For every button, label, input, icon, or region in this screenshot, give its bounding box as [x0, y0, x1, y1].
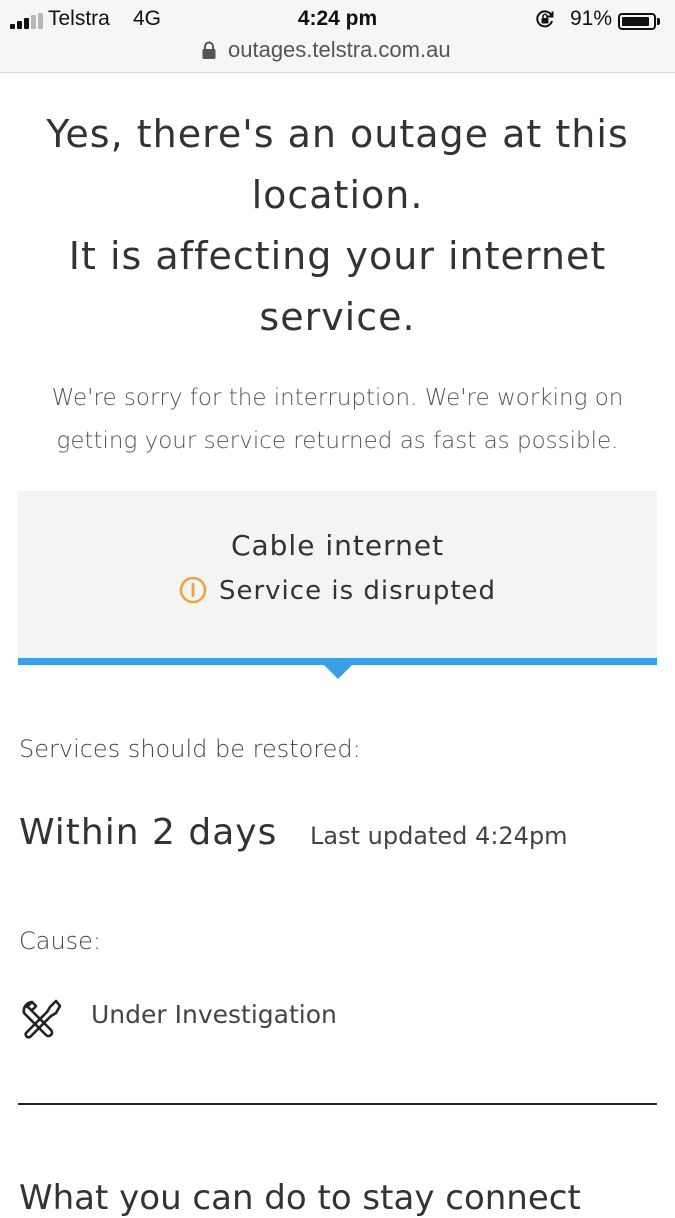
restoration-eta: Within 2 days	[19, 812, 278, 853]
service-status-text: Service is disrupted	[218, 576, 497, 606]
next-section-heading: What you can do to stay connect	[19, 1178, 581, 1218]
service-status-card[interactable]: Cable internet Service is disrupted	[18, 491, 657, 658]
section-divider	[18, 1103, 657, 1105]
headline-line-4: service.	[259, 295, 416, 339]
outage-headline: Yes, there's an outage at this location.…	[20, 104, 655, 348]
battery-level	[622, 17, 650, 26]
warning-icon	[179, 576, 207, 604]
headline-line-3: It is affecting your internet	[68, 234, 607, 278]
battery-icon	[618, 13, 656, 30]
cause-value: Under Investigation	[91, 1000, 337, 1029]
status-card-pointer	[323, 664, 353, 679]
status-row: Telstra 4G 4:24 pm 91%	[0, 4, 675, 34]
phone-status-bar: Telstra 4G 4:24 pm 91% outages.telstra.c…	[0, 0, 675, 73]
battery-percent: 91%	[570, 7, 613, 30]
battery-tip	[657, 18, 660, 25]
apology-line-1: We're sorry for the interruption. We're …	[51, 385, 624, 411]
apology-message: We're sorry for the interruption. We're …	[14, 377, 661, 463]
lock-icon	[202, 41, 216, 59]
service-name: Cable internet	[230, 529, 445, 562]
address-bar[interactable]: outages.telstra.com.au	[0, 36, 675, 64]
rotation-lock-icon	[536, 10, 554, 28]
headline-line-2: location.	[251, 173, 424, 217]
cause-label: Cause:	[19, 927, 102, 955]
headline-line-1: Yes, there's an outage at this	[46, 112, 629, 156]
apology-line-2: getting your service returned as fast as…	[56, 428, 619, 454]
service-status-row: Service is disrupted	[18, 576, 657, 606]
last-updated: Last updated 4:24pm	[310, 822, 568, 850]
url-text[interactable]: outages.telstra.com.au	[228, 37, 451, 63]
tools-icon	[22, 999, 62, 1039]
restoration-label: Services should be restored:	[19, 735, 361, 763]
